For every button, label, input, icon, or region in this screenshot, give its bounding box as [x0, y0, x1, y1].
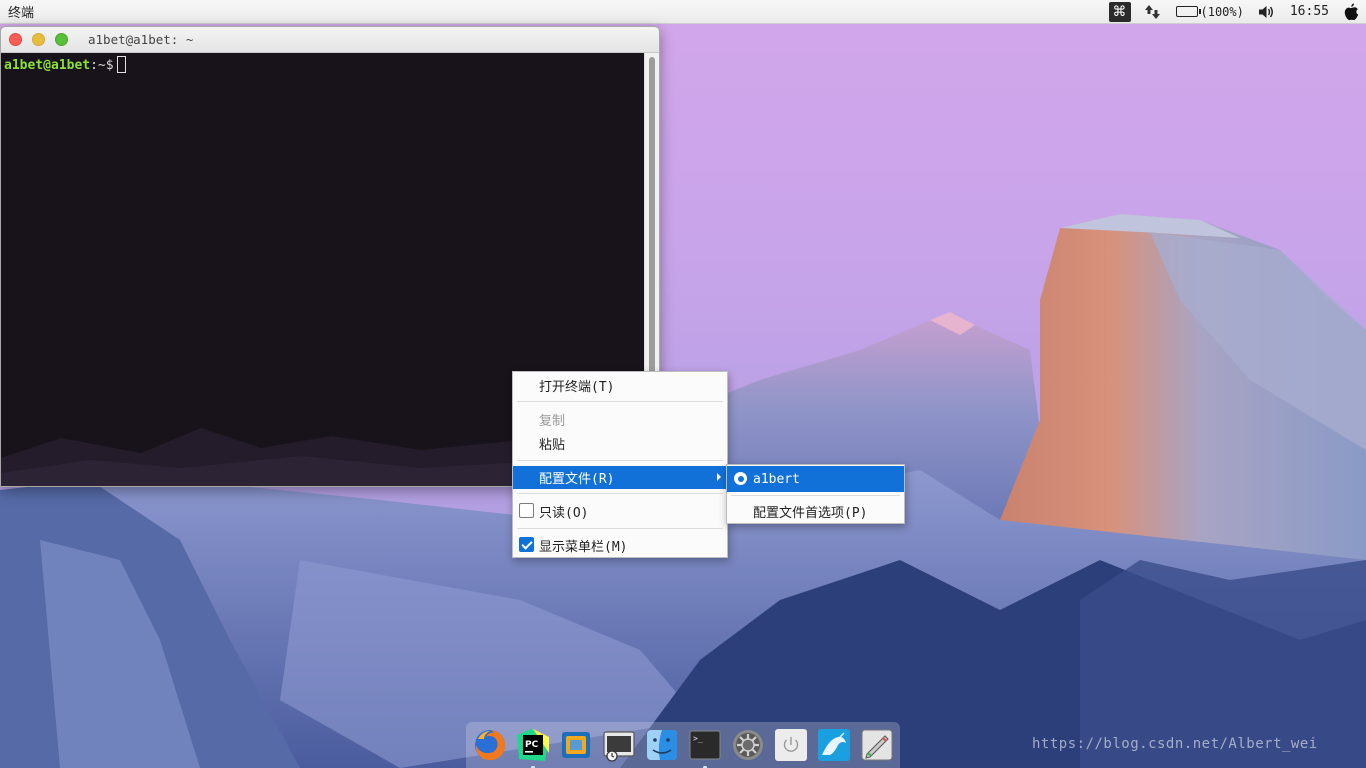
system-tray: ⌘ (100%) 16:55 — [1108, 0, 1366, 24]
menu-item-profiles[interactable]: 配置文件(R) — [513, 466, 727, 489]
pycharm-icon[interactable]: PC — [513, 725, 553, 768]
close-window-button[interactable] — [9, 33, 22, 46]
battery-indicator[interactable]: (100%) — [1169, 0, 1251, 24]
menu-item-open-terminal[interactable]: 打开终端(T) — [513, 374, 727, 397]
system-settings-icon[interactable] — [728, 725, 768, 765]
firefox-icon[interactable] — [470, 725, 510, 765]
menu-item-show-menubar-label: 显示菜单栏(M) — [539, 540, 628, 555]
svg-text:PC: PC — [525, 740, 539, 750]
active-app-name[interactable]: 终端 — [0, 2, 34, 21]
menu-item-profiles-label: 配置文件(R) — [539, 472, 615, 487]
menu-item-read-only-label: 只读(O) — [539, 506, 589, 521]
blog-watermark: https://blog.csdn.net/Albert_wei — [1032, 736, 1318, 752]
terminal-prompt-line: a1bet@a1bet:~$ — [4, 56, 642, 75]
text-editor-icon[interactable] — [857, 725, 897, 765]
menu-item-read-only[interactable]: 只读(O) — [513, 500, 727, 523]
terminal-icon[interactable]: >_ — [685, 725, 725, 768]
show-menubar-checkbox[interactable] — [519, 537, 534, 552]
battery-icon — [1175, 6, 1201, 17]
finder-icon[interactable] — [642, 725, 682, 765]
menu-separator — [517, 460, 723, 461]
submenu-item-profile[interactable]: a1bert — [727, 466, 904, 492]
prompt-path: :~$ — [90, 58, 114, 73]
scrollbar-thumb[interactable] — [649, 57, 655, 375]
command-key-icon[interactable]: ⌘ — [1108, 1, 1131, 22]
menu-item-paste[interactable]: 粘贴 — [513, 432, 727, 455]
window-title: a1bet@a1bet: ~ — [88, 32, 194, 47]
submenu-item-profile-preferences[interactable]: 配置文件首选项(P) — [727, 498, 904, 524]
maximize-window-button[interactable] — [55, 33, 68, 46]
profiles-submenu: a1bert 配置文件首选项(P) — [726, 464, 905, 524]
battery-percent: (100%) — [1200, 4, 1244, 19]
top-panel: 终端 ⌘ (100%) 16:55 — [0, 0, 1366, 24]
submenu-item-profile-label: a1bert — [753, 471, 800, 487]
virtualbox-icon[interactable] — [556, 725, 596, 765]
volume-icon[interactable] — [1251, 0, 1283, 24]
minimize-window-button[interactable] — [32, 33, 45, 46]
profile-radio-selected — [734, 472, 747, 485]
menu-separator — [517, 401, 723, 402]
menu-separator — [731, 495, 900, 496]
dock: PC >_ — [466, 722, 900, 768]
menu-item-copy[interactable]: 复制 — [513, 408, 727, 431]
power-icon[interactable] — [771, 725, 811, 765]
text-cursor — [116, 56, 126, 73]
terminal-context-menu: 打开终端(T) 复制 粘贴 配置文件(R) 只读(O) 显示菜单栏(M) — [512, 371, 728, 558]
clock[interactable]: 16:55 — [1283, 0, 1336, 24]
network-icon[interactable] — [1137, 0, 1169, 24]
screenshot-icon[interactable] — [599, 725, 639, 765]
svg-text:>_: >_ — [693, 734, 703, 743]
prompt-user: a1bet@a1bet — [4, 58, 91, 73]
apple-menu-icon[interactable] — [1336, 0, 1366, 24]
menu-separator — [517, 493, 723, 494]
mysql-workbench-icon[interactable] — [814, 725, 854, 765]
menu-item-show-menubar[interactable]: 显示菜单栏(M) — [513, 534, 727, 557]
submenu-arrow-icon — [717, 473, 721, 481]
read-only-checkbox[interactable] — [519, 503, 534, 518]
menu-separator — [517, 528, 723, 529]
window-titlebar[interactable]: a1bet@a1bet: ~ — [1, 27, 659, 53]
